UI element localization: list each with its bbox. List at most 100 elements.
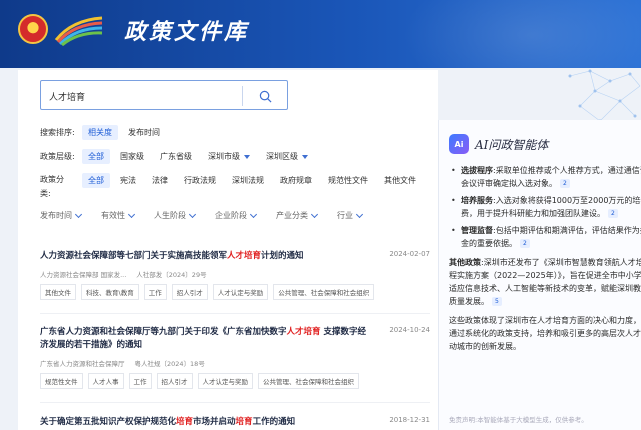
ai-disclaimer: 免责声明:本智能体基于大模型生成，仅供参考。 bbox=[449, 416, 588, 424]
dropdown-validity[interactable]: 有效性 bbox=[101, 210, 136, 221]
result-divider bbox=[40, 313, 430, 314]
dropdown-enterprise-stage[interactable]: 企业阶段 bbox=[215, 210, 258, 221]
filter-dropdown-row: 发布时间 有效性 人生阶段 企业阶段 产业分类 行业 bbox=[40, 210, 364, 221]
result-doc-number: 人社部发〔2024〕29号 bbox=[136, 271, 207, 279]
result-tags: 其他文件 科技、教育\教育 工作 招人引才 人才认定与奖励 公共管理、社会保障和… bbox=[40, 284, 430, 300]
chevron-down-icon bbox=[188, 210, 197, 218]
result-tag[interactable]: 公共管理、社会保障和社会组织 bbox=[273, 284, 375, 300]
dropdown-publish-time[interactable]: 发布时间 bbox=[40, 210, 83, 221]
caret-down-icon bbox=[244, 154, 250, 159]
national-emblem-icon bbox=[18, 14, 48, 44]
search-button[interactable] bbox=[245, 83, 285, 109]
category-option-gov-rule[interactable]: 政府规章 bbox=[274, 173, 318, 188]
citation-ref[interactable]: 5 bbox=[492, 297, 502, 306]
result-title-text-mid: 市场并启动 bbox=[193, 417, 236, 427]
result-title[interactable]: 人力资源社会保障部等七部门关于实施高技能领军人才培育计划的通知 bbox=[40, 250, 370, 263]
level-option-shenzhen-district-label: 深圳区级 bbox=[266, 152, 298, 161]
result-tag[interactable]: 招人引才 bbox=[156, 373, 193, 389]
ai-header: Ai AI问政智能体 bbox=[449, 134, 548, 154]
result-tag[interactable]: 工作 bbox=[143, 284, 167, 300]
ai-bullet: 培养服务:入选对象将获得1000万至2000万元的培养经费，用于提升科研能力和加… bbox=[449, 194, 641, 220]
ai-other-policy: 其他政策:深圳市还发布了《深圳市智慧教育领航人才培养工程实施方案（2022—20… bbox=[449, 256, 641, 308]
level-option-all[interactable]: 全部 bbox=[82, 149, 110, 164]
result-tag[interactable]: 人才认定与奖励 bbox=[212, 284, 269, 300]
result-doc-number: 粤人社规〔2024〕18号 bbox=[134, 360, 205, 368]
result-title-highlight: 培育 bbox=[176, 417, 194, 427]
sort-label: 搜索排序: bbox=[40, 128, 75, 137]
dropdown-industry-category[interactable]: 产业分类 bbox=[276, 210, 319, 221]
chevron-down-icon bbox=[74, 210, 83, 218]
chevron-down-icon bbox=[310, 210, 319, 218]
category-label: 政策分 类: bbox=[40, 173, 82, 201]
result-title-text-end: 计划的通知 bbox=[261, 251, 304, 261]
result-title[interactable]: 关于确定第五批知识产权保护规范化培育市场并启动培育工作的通知 bbox=[40, 416, 370, 429]
level-option-shenzhen-city[interactable]: 深圳市级 bbox=[202, 149, 256, 164]
shenzhen-logo-icon bbox=[54, 16, 103, 46]
ai-assistant-panel: Ai AI问政智能体 选拔程序:采取单位推荐或个人推荐方式，通过通信评审和会议评… bbox=[438, 120, 641, 430]
category-option-constitution[interactable]: 宪法 bbox=[114, 173, 142, 188]
result-date: 2024-02-07 bbox=[389, 250, 430, 258]
level-option-national[interactable]: 国家级 bbox=[114, 149, 150, 164]
ai-summary: 这些政策体现了深圳市在人才培育方面的决心和力度，旨在通过系统化的政策支持，培养和… bbox=[449, 316, 641, 351]
dropdown-life-stage[interactable]: 人生阶段 bbox=[154, 210, 197, 221]
search-divider bbox=[242, 86, 243, 106]
category-option-shenzhen-regulation[interactable]: 深圳法规 bbox=[226, 173, 270, 188]
search-panel: 搜索排序: 相关度 发布时间 政策层级: 全部 国家级 广东省级 深圳市级 深圳… bbox=[18, 70, 438, 430]
result-title-highlight: 人才培育 bbox=[286, 327, 321, 337]
category-option-law[interactable]: 法律 bbox=[146, 173, 174, 188]
level-option-shenzhen-city-label: 深圳市级 bbox=[208, 152, 240, 161]
result-issuer: 人力资源社会保障部 国家发... bbox=[40, 271, 127, 279]
category-option-other-doc[interactable]: 其他文件 bbox=[378, 173, 422, 188]
ai-bullet-head: 培养服务 bbox=[461, 196, 493, 205]
result-title-text-end: 工作的通知 bbox=[252, 417, 296, 427]
sort-option-date[interactable]: 发布时间 bbox=[122, 125, 166, 140]
result-tag[interactable]: 规范性文件 bbox=[40, 373, 83, 389]
result-tag[interactable]: 科技、教育\教育 bbox=[81, 284, 139, 300]
result-tag[interactable]: 公共管理、社会保障和社会组织 bbox=[258, 373, 359, 389]
site-title: 政策文件库 bbox=[124, 19, 250, 45]
ai-bullet-head: 管理监督 bbox=[461, 226, 493, 235]
category-option-admin-regulation[interactable]: 行政法规 bbox=[178, 173, 222, 188]
category-option-normative-doc[interactable]: 规范性文件 bbox=[322, 173, 374, 188]
result-date: 2018-12-31 bbox=[389, 416, 430, 424]
citation-ref[interactable]: 2 bbox=[608, 209, 618, 218]
search-input[interactable] bbox=[49, 87, 239, 105]
result-title[interactable]: 广东省人力资源和社会保障厅等九部门关于印发《广东省加快数字人才培育 支撑数字经济… bbox=[40, 326, 370, 352]
chevron-down-icon bbox=[249, 210, 258, 218]
result-title-highlight: 人才培育 bbox=[227, 251, 262, 261]
caret-down-icon bbox=[302, 154, 308, 159]
level-option-shenzhen-district[interactable]: 深圳区级 bbox=[260, 149, 314, 164]
dropdown-sector-label: 行业 bbox=[337, 211, 353, 220]
result-tag[interactable]: 招人引才 bbox=[171, 284, 208, 300]
result-title-text: 关于确定第五批知识产权保护规范化 bbox=[40, 417, 177, 427]
sort-option-relevance[interactable]: 相关度 bbox=[82, 125, 118, 140]
citation-ref[interactable]: 2 bbox=[560, 179, 570, 188]
chevron-down-icon bbox=[127, 210, 136, 218]
search-box bbox=[40, 80, 288, 110]
dropdown-validity-label: 有效性 bbox=[101, 211, 125, 220]
result-item: 关于确定第五批知识产权保护规范化培育市场并启动培育工作的通知 2018-12-3… bbox=[40, 416, 430, 429]
ai-bullet: 选拔程序:采取单位推荐或个人推荐方式，通过通信评审和会议评审确定拟入选对象。2 bbox=[449, 164, 641, 190]
level-option-guangdong[interactable]: 广东省级 bbox=[154, 149, 198, 164]
category-label-line2: 类: bbox=[40, 189, 51, 198]
dropdown-enterprise-stage-label: 企业阶段 bbox=[215, 211, 247, 220]
result-tag[interactable]: 其他文件 bbox=[40, 284, 76, 300]
result-item: 人力资源社会保障部等七部门关于实施高技能领军人才培育计划的通知 2024-02-… bbox=[40, 250, 430, 300]
result-title-highlight: 培育 bbox=[235, 417, 253, 427]
level-filter-row: 政策层级: 全部 国家级 广东省级 深圳市级 深圳区级 bbox=[40, 149, 318, 164]
result-tags: 规范性文件 人才人事 工作 招人引才 人才认定与奖励 公共管理、社会保障和社会组… bbox=[40, 373, 430, 389]
dropdown-sector[interactable]: 行业 bbox=[337, 210, 364, 221]
citation-ref[interactable]: 2 bbox=[520, 239, 530, 248]
category-option-all[interactable]: 全部 bbox=[82, 173, 110, 188]
result-tag[interactable]: 人才人事 bbox=[87, 373, 124, 389]
result-title-text: 人力资源社会保障部等七部门关于实施高技能领军 bbox=[40, 251, 228, 261]
sort-filter-row: 搜索排序: 相关度 发布时间 bbox=[40, 125, 170, 140]
network-decoration-icon bbox=[568, 69, 641, 123]
ai-other-head: 其他政策 bbox=[449, 258, 481, 267]
search-icon bbox=[259, 90, 271, 102]
result-tag[interactable]: 人才认定与奖励 bbox=[197, 373, 253, 389]
result-tag[interactable]: 工作 bbox=[128, 373, 152, 389]
ai-title: AI问政智能体 bbox=[475, 137, 549, 152]
ai-logo-icon: Ai bbox=[449, 134, 469, 154]
ai-bullet: 管理监督:包括中期评估和期满评估，评估结果作为拨付资金的重要依据。2 bbox=[449, 224, 641, 250]
